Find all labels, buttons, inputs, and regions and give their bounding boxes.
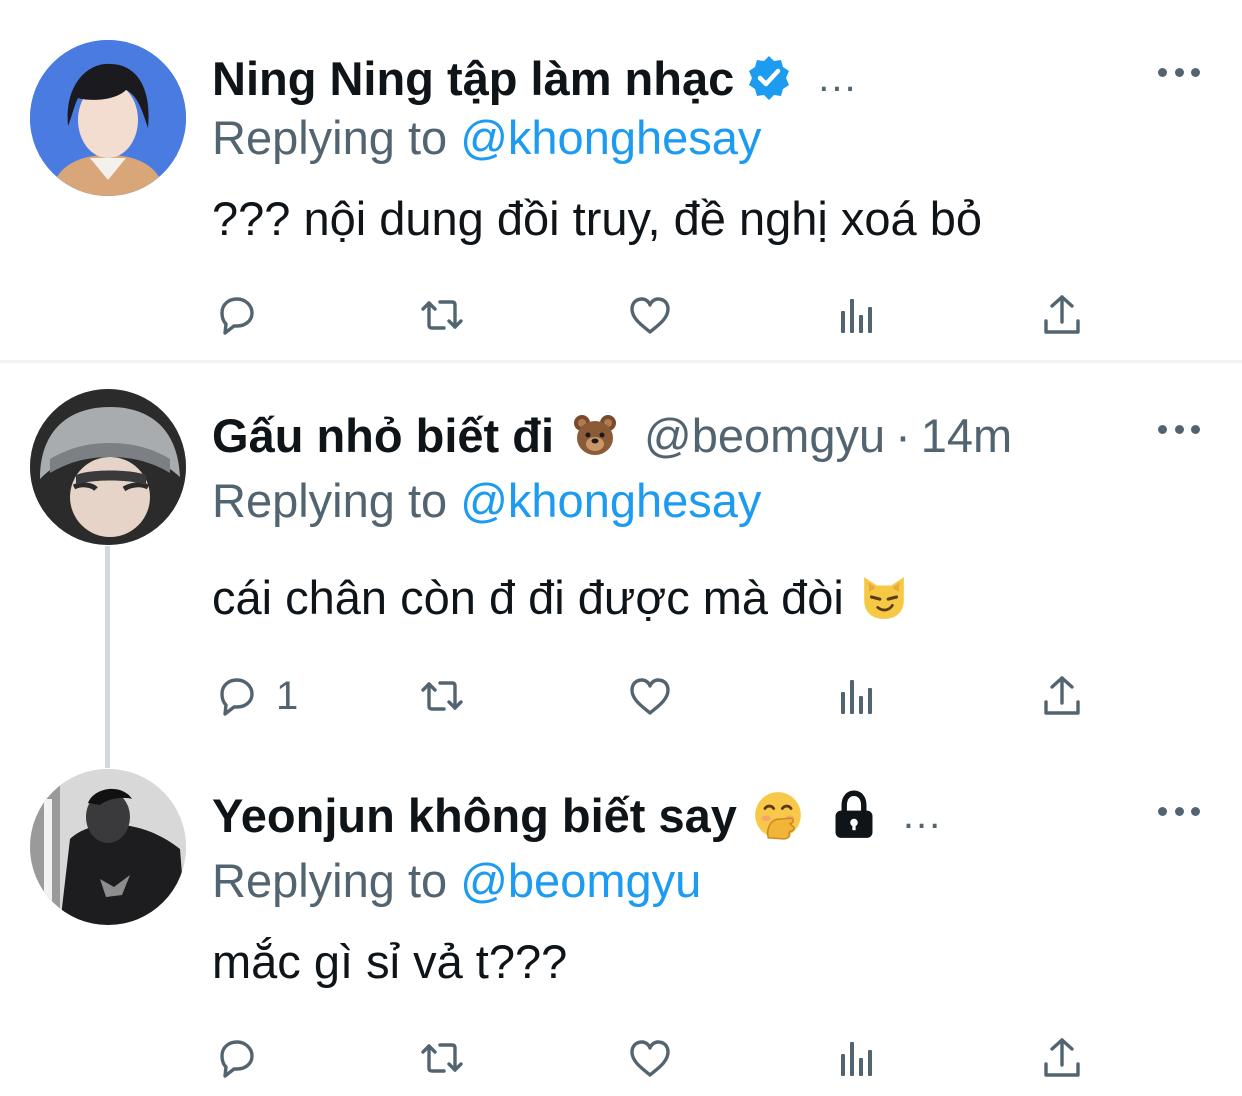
replying-to: Replying to @beomgyu [212,853,701,909]
analytics-button[interactable] [832,671,880,721]
like-button[interactable] [626,671,674,721]
replying-mention-link[interactable]: @beomgyu [460,854,701,907]
retweet-button[interactable] [418,290,466,340]
replying-prefix: Replying to [212,474,448,527]
retweet-button[interactable] [418,671,466,721]
replying-mention-link[interactable]: @khonghesay [460,111,761,164]
bear-face-emoji [574,415,617,455]
analytics-button[interactable] [832,290,880,340]
reply-button[interactable]: 1 [212,671,298,721]
avatar[interactable] [30,769,186,925]
display-name[interactable]: Ning Ning tập làm nhạc [212,51,734,106]
reply-icon [220,678,254,716]
like-button[interactable] [626,1033,674,1083]
like-icon [630,678,670,715]
tweet-actions [212,1033,1092,1083]
tweet-text: mắc gì sỉ vả t??? [212,931,567,991]
analytics-button[interactable] [832,1033,880,1083]
retweet-button[interactable] [418,1033,466,1083]
replying-prefix: Replying to [212,854,448,907]
replying-to: Replying to @khonghesay [212,473,761,529]
separator: · [895,408,911,462]
analytics-icon [841,299,872,333]
avatar[interactable] [30,389,186,545]
name-truncation-ellipsis: ... [818,55,858,100]
retweet-icon [421,300,463,330]
share-button[interactable] [1038,671,1086,721]
share-icon [1044,295,1080,334]
reply-count: 1 [276,673,299,718]
tweet-text: ??? nội dung đồi truy, đề nghị xoá bỏ [212,188,982,248]
share-icon [1044,1038,1080,1077]
hand-over-mouth-emoji [755,792,801,840]
reply-button[interactable] [212,290,276,340]
tweet-text-content: ??? nội dung đồi truy, đề nghị xoá bỏ [212,191,982,245]
reply-button[interactable] [212,1033,276,1083]
more-icon[interactable] [1158,62,1200,82]
analytics-icon [841,1042,872,1076]
avatar[interactable] [30,40,186,196]
tweet-header: Gấu nhỏ biết đi @beomgyu · 14m [212,405,1012,465]
display-name[interactable]: Yeonjun không biết say [212,788,737,843]
display-name[interactable]: Gấu nhỏ biết đi [212,408,554,463]
tweet-2[interactable]: Gấu nhỏ biết đi @beomgyu · 14m Replying … [0,363,1242,763]
timestamp[interactable]: 14m [921,408,1012,463]
reply-icon [220,297,254,335]
reply-icon [220,1040,254,1078]
like-icon [630,297,670,334]
tweet-text-content: mắc gì sỉ vả t??? [212,934,568,988]
name-truncation-ellipsis: ... [902,792,943,837]
verified-badge-icon [749,56,790,100]
tweet-text-content: cái chân còn đ đi được mà đòi [212,570,844,624]
retweet-icon [421,1043,463,1073]
like-button[interactable] [626,290,674,340]
tweet-3[interactable]: Yeonjun không biết say ... Replying to @… [0,763,1242,1096]
share-icon [1044,676,1080,715]
tweet-header: Yeonjun không biết say ... [212,785,942,845]
lock-icon [835,790,873,838]
replying-prefix: Replying to [212,111,448,164]
smirking-cat-emoji [864,577,904,619]
handle[interactable]: @beomgyu [644,408,885,463]
tweet-text: cái chân còn đ đi được mà đòi [212,567,908,627]
share-button[interactable] [1038,1033,1086,1083]
replying-mention-link[interactable]: @khonghesay [460,474,761,527]
more-icon[interactable] [1158,419,1200,439]
retweet-icon [421,681,463,711]
tweet-actions [212,290,1092,340]
thread-connector-line [105,546,110,768]
replying-to: Replying to @khonghesay [212,110,761,166]
tweet-1[interactable]: Ning Ning tập làm nhạc ... Replying to @… [0,0,1242,360]
avatar-image [30,40,186,196]
tweet-header: Ning Ning tập làm nhạc ... [212,48,858,108]
analytics-icon [841,680,872,714]
share-button[interactable] [1038,290,1086,340]
avatar-image [30,389,186,545]
more-icon[interactable] [1158,801,1200,821]
avatar-image [30,769,186,925]
tweet-actions: 1 [212,671,1092,721]
like-icon [630,1040,670,1077]
